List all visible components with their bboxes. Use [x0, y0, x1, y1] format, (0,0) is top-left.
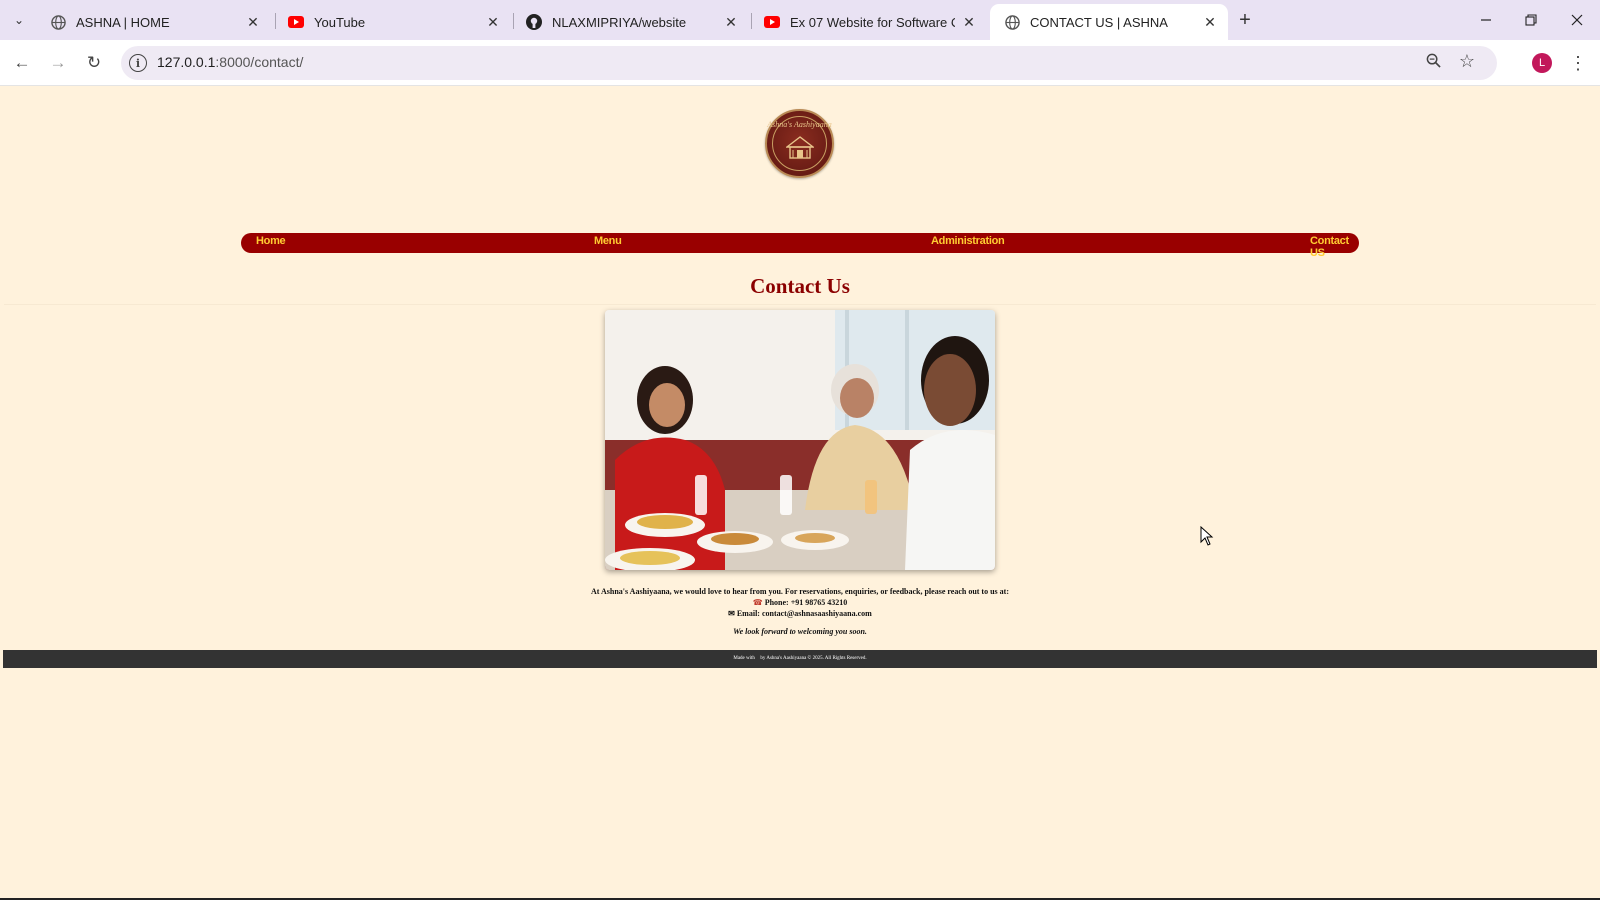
- nav-contact-us-link[interactable]: Contact US: [1310, 235, 1359, 259]
- github-icon: [526, 14, 542, 30]
- email-text[interactable]: Email: contact@ashnasaashiyaana.com: [737, 609, 872, 618]
- nav-menu-link[interactable]: Menu: [594, 235, 622, 247]
- restore-icon[interactable]: [1511, 6, 1551, 34]
- nav-home-link[interactable]: Home: [256, 235, 286, 247]
- nav-administration-link[interactable]: Administration: [931, 235, 1005, 247]
- forward-arrow-icon[interactable]: →: [46, 51, 70, 75]
- main-navigation: Home Menu Administration Contact US: [241, 233, 1359, 259]
- contact-email: ✉ Email: contact@ashnasaashiyaana.com: [0, 609, 1600, 618]
- globe-icon: [1004, 14, 1020, 30]
- youtube-icon: [288, 14, 304, 30]
- contact-phone: ☎ Phone: +91 98765 43210: [0, 598, 1600, 607]
- zoom-icon[interactable]: [1426, 53, 1441, 72]
- footer-copyright: by Ashna's Aashiyaana © 2025. All Rights…: [760, 656, 867, 661]
- close-tab-icon[interactable]: ✕: [485, 14, 501, 31]
- family-dining-photo: [605, 310, 995, 570]
- browser-toolbar: ← → ↻ i 127.0.0.1:8000/contact/ ☆ L ⋮: [0, 40, 1600, 86]
- bookmark-star-icon[interactable]: ☆: [1459, 51, 1475, 72]
- phone-text[interactable]: Phone: +91 98765 43210: [765, 598, 848, 607]
- closing-text: We look forward to welcoming you soon.: [733, 627, 867, 636]
- close-tab-icon[interactable]: ✕: [723, 14, 739, 31]
- tab-title: ASHNA | HOME: [76, 14, 170, 30]
- tab-title: YouTube: [314, 14, 366, 30]
- url-path: :8000/contact/: [215, 54, 304, 70]
- minimize-icon[interactable]: [1466, 6, 1506, 34]
- site-info-icon[interactable]: i: [129, 54, 147, 72]
- restaurant-logo[interactable]: Ashna's Aashiyaana: [765, 109, 834, 178]
- tab-title: Ex 07 Website for Software Con: [790, 14, 955, 30]
- globe-icon: [50, 14, 66, 30]
- phone-icon: ☎: [752, 598, 765, 607]
- url-host: 127.0.0.1: [157, 54, 216, 70]
- heart-icon: ♥: [756, 656, 760, 661]
- address-bar[interactable]: i 127.0.0.1:8000/contact/ ☆: [121, 46, 1497, 80]
- reload-icon[interactable]: ↻: [82, 51, 106, 75]
- browser-tab-strip: ⌄ ASHNA | HOME ✕ YouTube ✕ NLAXMIPRIYA/w…: [0, 0, 1600, 40]
- new-tab-plus-icon[interactable]: +: [1233, 8, 1257, 32]
- contact-page: Ashna's Aashiyaana Home Menu Administrat…: [0, 87, 1600, 900]
- tab-title: NLAXMIPRIYA/website: [552, 14, 687, 30]
- browser-menu-icon[interactable]: ⋮: [1568, 51, 1588, 75]
- footer-made-with: Made with: [733, 656, 755, 661]
- profile-avatar[interactable]: L: [1532, 53, 1552, 73]
- house-emblem-icon: [786, 136, 814, 159]
- tab-ashna-home[interactable]: ASHNA | HOME ✕: [36, 4, 271, 40]
- url-text[interactable]: 127.0.0.1:8000/contact/: [157, 54, 303, 70]
- envelope-icon: ✉: [728, 609, 737, 618]
- page-title: Contact Us: [750, 274, 850, 298]
- page-footer: Made with ♥ by Ashna's Aashiyaana © 2025…: [3, 650, 1597, 668]
- close-tab-icon[interactable]: ✕: [961, 14, 977, 31]
- tab-ex07-video[interactable]: Ex 07 Website for Software Con ✕: [750, 4, 987, 40]
- tab-title: CONTACT US | ASHNA: [1030, 14, 1168, 30]
- mouse-cursor-icon: [1200, 526, 1214, 546]
- contact-intro-text: At Ashna's Aashiyaana, we would love to …: [590, 587, 1009, 596]
- divider: [4, 304, 1596, 305]
- tab-contact-us[interactable]: CONTACT US | ASHNA ✕: [990, 4, 1228, 40]
- tab-youtube[interactable]: YouTube ✕: [274, 4, 511, 40]
- youtube-icon: [764, 14, 780, 30]
- close-tab-icon[interactable]: ✕: [245, 14, 261, 31]
- back-arrow-icon[interactable]: ←: [10, 51, 34, 75]
- logo-text: Ashna's Aashiyaana: [767, 120, 832, 129]
- close-tab-icon[interactable]: ✕: [1202, 14, 1218, 31]
- tab-search-chevron-icon[interactable]: ⌄: [6, 8, 32, 32]
- tab-github[interactable]: NLAXMIPRIYA/website ✕: [512, 4, 749, 40]
- close-window-icon[interactable]: [1557, 6, 1597, 34]
